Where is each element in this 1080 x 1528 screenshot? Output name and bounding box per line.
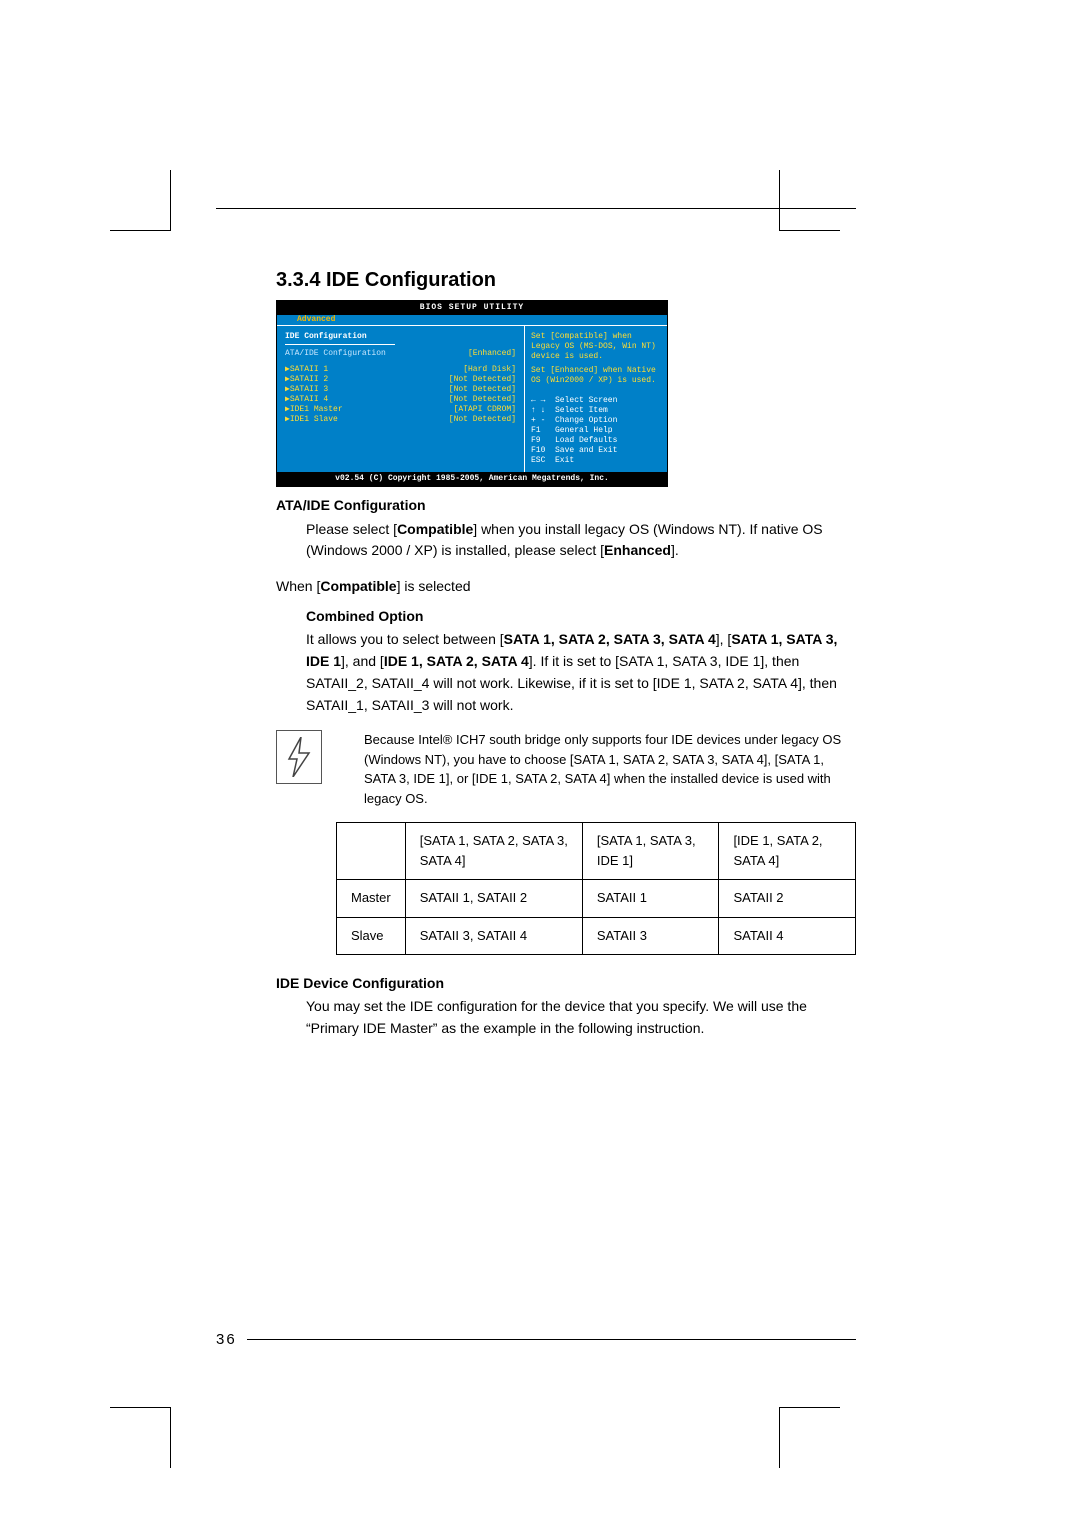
note-box: Because Intel® ICH7 south bridge only su… [276, 730, 856, 808]
combined-paragraph: It allows you to select between [SATA 1,… [306, 629, 856, 716]
bios-tab-bar: Advanced [277, 315, 667, 325]
crop-mark-tl [110, 170, 171, 231]
ata-paragraph: Please select [Compatible] when you inst… [306, 519, 856, 562]
when-compatible-line: When [Compatible] is selected [276, 576, 856, 598]
bios-tab-advanced: Advanced [297, 315, 335, 324]
bios-config-label: ATA/IDE Configuration [285, 349, 386, 359]
bios-config-row: ATA/IDE Configuration [Enhanced] [285, 349, 516, 359]
table-row: Master SATAII 1, SATAII 2 SATAII 1 SATAI… [337, 880, 856, 917]
bios-screenshot: BIOS SETUP UTILITY Advanced IDE Configur… [276, 300, 668, 487]
page-footer: 36 [216, 1331, 856, 1348]
bios-help-2: Set [Enhanced] when Native OS (Win2000 /… [531, 366, 661, 386]
bios-left-heading: IDE Configuration [285, 332, 516, 342]
table-row: [SATA 1, SATA 2, SATA 3, SATA 4] [SATA 1… [337, 823, 856, 880]
bios-footer: v02.54 (C) Copyright 1985-2005, American… [277, 472, 667, 486]
ide-device-paragraph: You may set the IDE configuration for th… [306, 996, 856, 1039]
header-rule [216, 208, 856, 209]
ata-heading: ATA/IDE Configuration [276, 495, 856, 517]
lightning-icon [276, 730, 322, 784]
combined-heading: Combined Option [306, 606, 856, 628]
ide-device-heading: IDE Device Configuration [276, 973, 856, 995]
bios-help-1: Set [Compatible] when Legacy OS (MS-DOS,… [531, 332, 661, 362]
crop-mark-bl [110, 1407, 171, 1468]
page-number: 36 [216, 1331, 237, 1348]
bios-title: BIOS SETUP UTILITY [277, 301, 667, 315]
options-table: [SATA 1, SATA 2, SATA 3, SATA 4] [SATA 1… [336, 822, 856, 955]
bios-config-value: [Enhanced] [468, 349, 516, 359]
note-text: Because Intel® ICH7 south bridge only su… [334, 730, 856, 808]
table-row: Slave SATAII 3, SATAII 4 SATAII 3 SATAII… [337, 917, 856, 954]
section-heading: 3.3.4 IDE Configuration [276, 269, 856, 292]
crop-mark-br [779, 1407, 840, 1468]
